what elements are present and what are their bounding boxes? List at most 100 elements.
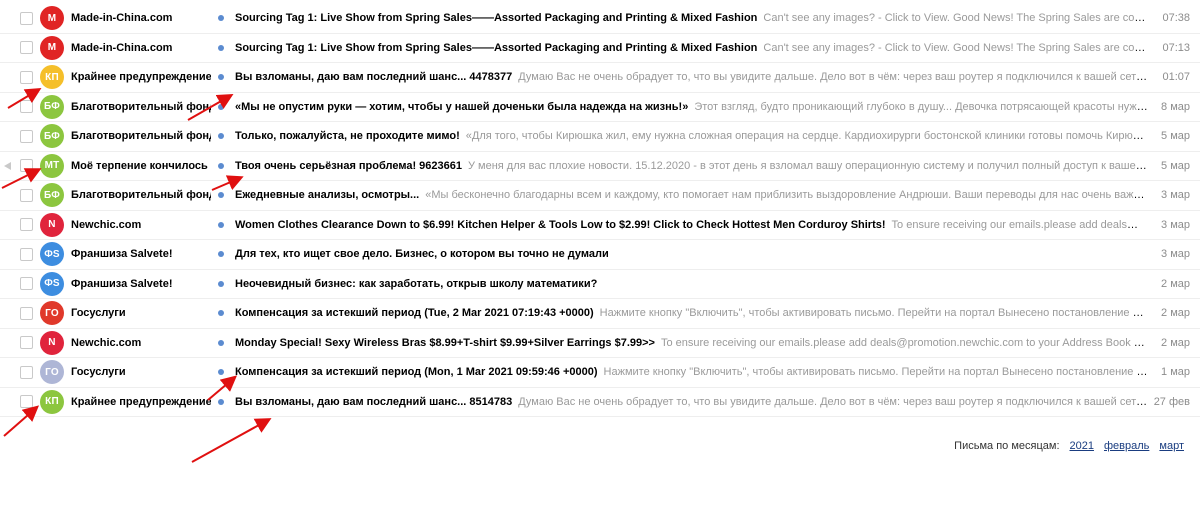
sender-name: Newchic.com [71,336,142,349]
select-checkbox[interactable] [20,365,33,379]
archive-label: Письма по месяцам: [954,440,1060,452]
unread-dot-icon[interactable] [218,280,224,287]
email-row[interactable]: ФS Франшиза Salvete! Для тех, кто ищет с… [0,240,1200,270]
month-link-march[interactable]: март [1159,440,1184,452]
year-link[interactable]: 2021 [1070,440,1094,452]
unread-dot-icon[interactable] [218,339,224,346]
email-row[interactable]: МТ Моё терпение кончилось Твоя очень сер… [0,152,1200,181]
sender-name: Благотворительный фонд... [71,189,211,202]
email-row[interactable]: КП Крайнее предупреждение! Вы взломаны, … [0,388,1200,417]
avatar: БФ [40,94,64,119]
select-checkbox[interactable] [20,129,33,143]
message-preview[interactable]: «Мы не опустим руки — хотим, чтобы у наш… [235,101,1148,113]
email-row[interactable]: N Newchic.com Women Clothes Clearance Do… [0,211,1200,240]
select-checkbox[interactable] [20,70,33,84]
subject: Sourcing Tag 1: Live Show from Spring Sa… [235,12,758,25]
select-checkbox[interactable] [20,336,33,350]
unread-dot-icon[interactable] [218,103,224,110]
message-preview[interactable]: Твоя очень серьёзная проблема! 9623661 У … [235,160,1148,172]
unread-dot-icon[interactable] [218,398,224,405]
avatar: ГО [40,360,64,385]
unread-dot-icon[interactable] [218,251,224,258]
message-preview[interactable]: Sourcing Tag 1: Live Show from Spring Sa… [235,12,1148,24]
select-checkbox[interactable] [20,218,33,232]
unread-dot-icon[interactable] [218,15,224,22]
sender-name: Крайнее предупреждение! [71,395,211,408]
message-preview[interactable]: Monday Special! Sexy Wireless Bras $8.99… [235,337,1148,349]
message-preview[interactable]: Для тех, кто ищет свое дело. Бизнес, о к… [235,248,1148,260]
select-checkbox[interactable] [20,277,33,291]
snippet: У меня для вас плохие новости. 15.12.202… [468,159,1148,172]
email-row[interactable]: КП Крайнее предупреждение! Вы взломаны, … [0,63,1200,93]
select-checkbox[interactable] [20,188,33,202]
unread-dot-icon[interactable] [218,133,224,140]
email-row[interactable]: БФ Благотворительный фонд... «Мы не опус… [0,93,1200,122]
select-checkbox[interactable] [20,159,33,173]
message-preview[interactable]: Ежедневные анализы, осмотры... «Мы бескон… [235,189,1148,201]
message-preview[interactable]: Неочевидный бизнес: как заработать, откр… [235,278,1148,290]
date: 07:13 [1162,41,1190,54]
subject: Sourcing Tag 1: Live Show from Spring Sa… [235,41,758,54]
email-row[interactable]: ГО Госуслуги Компенсация за истекший пер… [0,299,1200,329]
email-row[interactable]: M Made-in-China.com Sourcing Tag 1: Live… [0,4,1200,34]
date: 2 мар [1161,307,1190,320]
avatar: N [40,330,64,355]
snippet: Думаю Вас не очень обрадует то, что вы у… [518,395,1148,408]
subject: Вы взломаны, даю вам последний шанс... 8… [235,395,513,408]
sender-name: Франшиза Salvete! [71,277,173,290]
date: 07:38 [1162,12,1190,25]
snippet: «Мы бесконечно благодарны всем и каждому… [425,189,1148,202]
unread-dot-icon[interactable] [218,74,224,81]
message-preview[interactable]: Women Clothes Clearance Down to $6.99! K… [235,219,1148,231]
message-preview[interactable]: Вы взломаны, даю вам последний шанс... 8… [235,396,1148,408]
subject: Компенсация за истекший период (Mon, 1 M… [235,366,598,379]
sender-name: Благотворительный фонд... [71,130,211,143]
select-checkbox[interactable] [20,11,33,25]
subject: Вы взломаны, даю вам последний шанс... 4… [235,71,513,84]
date: 2 мар [1161,277,1190,290]
arrow-icon [191,418,272,463]
unread-dot-icon[interactable] [218,44,224,51]
date: 8 мар [1161,100,1190,113]
message-preview[interactable]: Вы взломаны, даю вам последний шанс... 4… [235,71,1148,83]
unread-dot-icon[interactable] [218,162,224,169]
unread-dot-icon[interactable] [218,192,224,199]
select-checkbox[interactable] [20,306,33,320]
message-preview[interactable]: Компенсация за истекший период (Mon, 1 M… [235,366,1148,378]
sender-name: Франшиза Salvete! [71,248,173,261]
month-link-february[interactable]: февраль [1104,440,1149,452]
avatar: МТ [40,153,64,178]
email-row[interactable]: ГО Госуслуги Компенсация за истекший пер… [0,358,1200,388]
snippet: «Для того, чтобы Кирюшка жил, ему нужна … [465,130,1148,143]
select-checkbox[interactable] [20,100,33,114]
archive-navigation: Письма по месяцам: 2021 февраль март [954,440,1184,452]
message-preview[interactable]: Компенсация за истекший период (Tue, 2 M… [235,307,1148,319]
date: 5 мар [1161,159,1190,172]
unread-dot-icon[interactable] [218,221,224,228]
sender-name: Made-in-China.com [71,12,173,25]
subject: Women Clothes Clearance Down to $6.99! K… [235,218,886,231]
email-row[interactable]: БФ Благотворительный фонд... Только, пож… [0,122,1200,152]
sender-name: Крайнее предупреждение! [71,71,211,84]
email-row[interactable]: ФS Франшиза Salvete! Неочевидный бизнес:… [0,270,1200,299]
message-preview[interactable]: Sourcing Tag 1: Live Show from Spring Sa… [235,42,1148,54]
snippet: To ensure receiving our emails.please ad… [891,218,1148,231]
email-row[interactable]: N Newchic.com Monday Special! Sexy Wirel… [0,329,1200,358]
email-row[interactable]: M Made-in-China.com Sourcing Tag 1: Live… [0,34,1200,63]
sender-name: Моё терпение кончилось [71,159,208,172]
unread-dot-icon[interactable] [218,369,224,376]
avatar: M [40,6,64,31]
snippet: Нажмите кнопку "Включить", чтобы активир… [603,366,1148,379]
email-row[interactable]: БФ Благотворительный фонд... Ежедневные … [0,181,1200,211]
message-preview[interactable]: Только, пожалуйста, не проходите мимо! «Д… [235,130,1148,142]
unread-dot-icon[interactable] [218,310,224,317]
select-checkbox[interactable] [20,395,33,409]
subject: Твоя очень серьёзная проблема! 9623661 [235,159,462,172]
select-checkbox[interactable] [20,247,33,261]
select-checkbox[interactable] [20,41,33,55]
subject: Компенсация за истекший период (Tue, 2 M… [235,307,594,320]
flag-icon[interactable] [4,161,11,170]
sender-name: Newchic.com [71,218,142,231]
snippet: To ensure receiving our emails.please ad… [660,336,1148,349]
snippet: Can't see any images? - Click to View. G… [763,41,1148,54]
